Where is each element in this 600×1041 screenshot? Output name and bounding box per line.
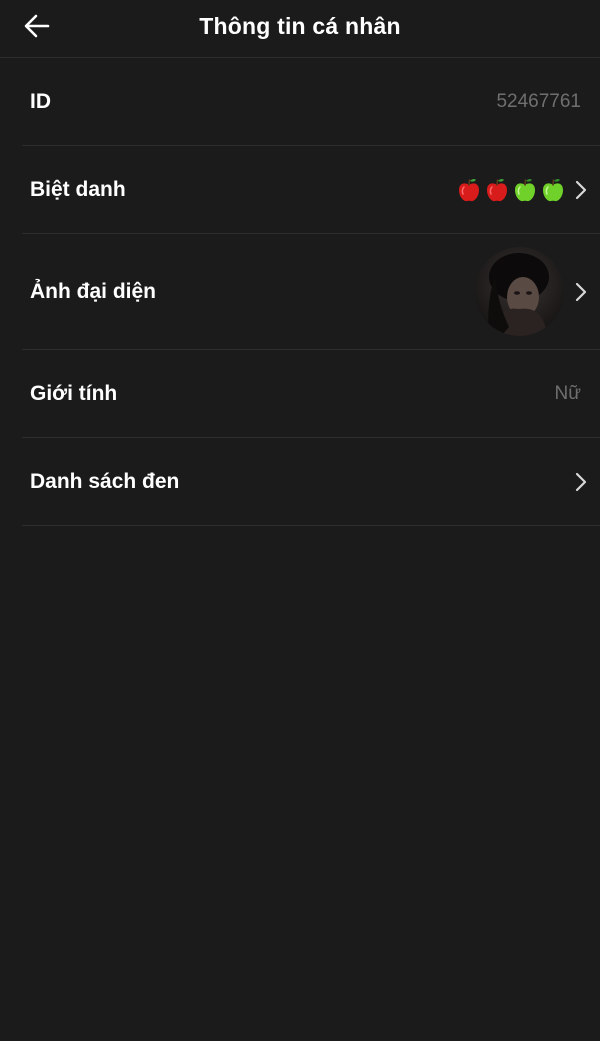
red-apple-icon [459,178,479,201]
id-label: ID [30,89,51,113]
row-blacklist[interactable]: Danh sách đen [22,438,600,526]
chevron-right-icon [575,282,587,301]
nickname-label: Biệt danh [30,177,126,201]
profile-settings-list: ID 52467761 Biệt danh Ảnh đại diện Giới … [22,58,600,526]
blacklist-label: Danh sách đen [30,469,180,493]
chevron-right-icon [575,180,587,199]
chevron-right-icon [575,472,587,491]
id-value: 52467761 [496,90,581,112]
row-id: ID 52467761 [22,58,600,146]
nickname-value [456,177,566,203]
red-apple-icon [487,178,507,201]
row-gender[interactable]: Giới tính Nữ [22,350,600,438]
green-apple-icon [543,178,563,201]
gender-label: Giới tính [30,381,118,405]
gender-value: Nữ [554,382,581,404]
row-nickname[interactable]: Biệt danh [22,146,600,234]
green-apple-icon [515,178,535,201]
page-title: Thông tin cá nhân [199,13,401,39]
avatar-label: Ảnh đại diện [30,279,156,303]
row-avatar[interactable]: Ảnh đại diện [22,234,600,350]
header-bar: Thông tin cá nhân [0,0,600,58]
avatar-image[interactable] [475,247,564,336]
